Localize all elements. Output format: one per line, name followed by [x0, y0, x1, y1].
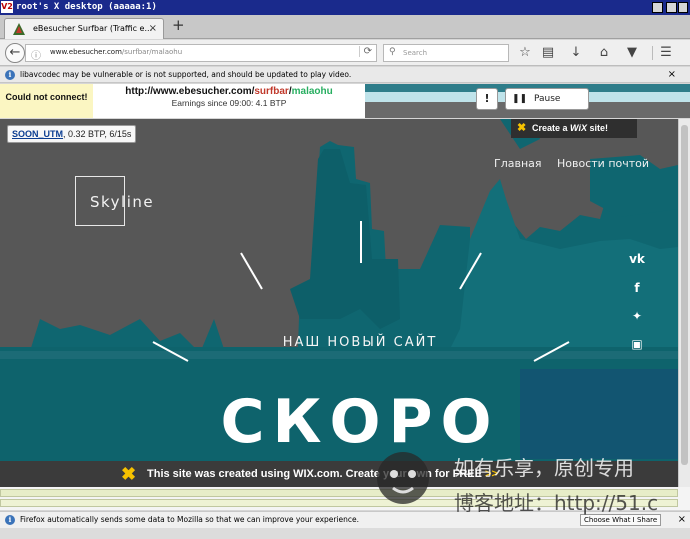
notification-close-icon[interactable]: × — [668, 67, 676, 83]
tab-ebesucher[interactable]: eBesucher Surfbar (Traffic e... × — [4, 18, 164, 39]
wix-logo-icon: ✖ — [517, 122, 527, 134]
earnings-text: Earnings since 09:00: 4.1 BTP — [171, 98, 287, 108]
pocket-icon[interactable]: ▼ — [622, 44, 642, 62]
watermark-line1: 如有乐享，原创专用 — [454, 456, 634, 480]
ebesucher-favicon-icon — [13, 23, 25, 35]
info-icon: i — [5, 515, 15, 525]
scrollbar-thumb[interactable] — [681, 125, 688, 465]
watermark-lion-icon — [377, 452, 429, 504]
pause-label: Pause — [534, 94, 561, 104]
reload-icon[interactable]: ⟳ — [358, 46, 372, 57]
tab-close-icon[interactable]: × — [149, 19, 157, 38]
pause-icon: ❚❚ — [512, 94, 528, 104]
star-icon[interactable]: ☆ — [515, 44, 535, 62]
site-logo[interactable]: Skyline — [90, 193, 154, 211]
create-wix-site-button[interactable]: ✖ Create a WiX site! — [511, 119, 637, 138]
bottom-gap — [0, 528, 690, 539]
nav-newsletter-link[interactable]: Новости почтой — [557, 157, 649, 170]
watermark-line2: 博客地址：http://51.c — [454, 491, 659, 515]
notification-text: libavcodec may be vulnerable or is not s… — [20, 70, 352, 79]
download-icon[interactable]: ↓ — [566, 44, 586, 62]
connection-status: Could not connect! — [0, 84, 93, 118]
data-sharing-text: Firefox automatically sends some data to… — [20, 515, 360, 524]
data-sharing-close-icon[interactable]: × — [678, 512, 686, 528]
vnc-icon: V2 — [1, 1, 13, 13]
clipboard-icon[interactable]: ▤ — [538, 44, 558, 62]
vk-icon[interactable]: vk — [627, 252, 647, 266]
x-window-titlebar[interactable]: V2 root's X desktop (aaaaa:1) — [0, 0, 690, 15]
search-icon: ⚲ — [389, 47, 396, 57]
site-viewport: SOON_UTM, 0.32 BTP, 6/15s ✖ Create a WiX… — [0, 119, 678, 487]
site-headline: СКОРО — [220, 387, 500, 457]
site-subtitle: НАШ НОВЫЙ САЙТ — [282, 335, 438, 350]
new-tab-button[interactable]: + — [172, 16, 185, 34]
wix-logo-icon: ✖ — [121, 464, 137, 484]
surfbar-url[interactable]: http://www.ebesucher.com/surfbar/malaohu — [93, 86, 365, 97]
tab-strip: eBesucher Surfbar (Traffic e... × + — [0, 15, 690, 39]
minimize-icon[interactable] — [652, 2, 663, 13]
navigation-toolbar: ← ⓘ www.ebesucher.com/surfbar/malaohu ⟳ … — [0, 40, 690, 66]
site-info-icon[interactable]: ⓘ — [31, 47, 41, 62]
url-text: www.ebesucher.com/surfbar/malaohu — [50, 48, 183, 56]
nav-home-link[interactable]: Главная — [494, 157, 542, 170]
desktop-window: V2 root's X desktop (aaaaa:1) eBesucher … — [0, 0, 690, 539]
maximize-icon[interactable] — [666, 2, 677, 13]
menu-icon[interactable]: ☰ — [656, 44, 676, 62]
facebook-icon[interactable]: f — [627, 281, 647, 295]
report-button[interactable]: ! — [476, 88, 498, 110]
toolbar-separator — [652, 46, 653, 60]
pause-button[interactable]: ❚❚ Pause — [505, 88, 589, 110]
soon-utm-link[interactable]: SOON_UTM — [12, 129, 63, 139]
surf-site-info: SOON_UTM, 0.32 BTP, 6/15s — [7, 125, 137, 143]
window-title: root's X desktop (aaaaa:1) — [16, 2, 157, 12]
tab-label: eBesucher Surfbar (Traffic e... — [33, 24, 153, 33]
search-placeholder: Search — [403, 49, 428, 57]
search-input[interactable]: ⚲ Search — [383, 44, 509, 62]
home-icon[interactable]: ⌂ — [594, 44, 614, 62]
twitter-icon[interactable]: ✦ — [627, 309, 647, 323]
info-icon: i — [5, 70, 15, 80]
video-codec-notification: i libavcodec may be vulnerable or is not… — [0, 67, 690, 83]
close-window-icon[interactable] — [678, 2, 688, 13]
url-bar[interactable]: ⓘ www.ebesucher.com/surfbar/malaohu ⟳ — [25, 44, 377, 62]
back-button[interactable]: ← — [5, 43, 25, 63]
vertical-scrollbar[interactable] — [678, 119, 690, 487]
